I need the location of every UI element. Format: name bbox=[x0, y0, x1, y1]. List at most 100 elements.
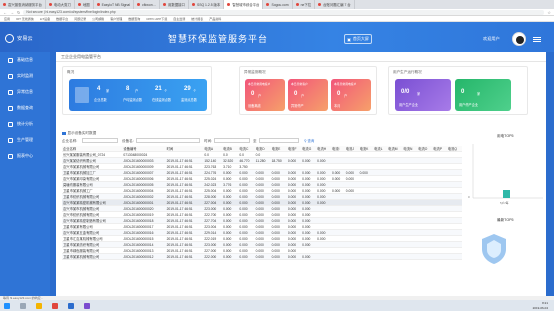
browser-tab[interactable]: SSQ 1.2.5 版本 bbox=[189, 0, 225, 9]
checkbox-icon bbox=[62, 131, 66, 136]
alert-card[interactable]: 本月异常用电客户 0 户本月 bbox=[331, 79, 371, 111]
table-cell: 0.000 bbox=[222, 253, 239, 260]
page-title: 智慧环保监管服务平台 bbox=[168, 34, 269, 44]
stat-unit: 个 bbox=[193, 89, 197, 93]
bookmark-item[interactable]: CPPC APP下载 bbox=[146, 17, 167, 21]
alert-card-sub: 异常停产 bbox=[291, 104, 304, 108]
browser-tab[interactable]: Sogou.com bbox=[263, 0, 293, 9]
production-card[interactable]: 0/0 家用户生产企业 bbox=[395, 79, 451, 111]
browser-tab[interactable]: 智慧城市综合平台 bbox=[224, 0, 264, 9]
bookmark-item[interactable]: 数据查询 bbox=[128, 17, 140, 21]
browser-tab[interactable]: 台账问题汇编 7 台 bbox=[315, 0, 355, 9]
start-icon[interactable] bbox=[4, 302, 10, 309]
right-panel: 用电TOP5 0 5户/每 最新TOP5 bbox=[465, 132, 546, 296]
back-icon[interactable]: ← bbox=[3, 10, 7, 15]
sidebar-item[interactable]: 生产管理 bbox=[0, 132, 50, 148]
table-cell: 0.000 bbox=[286, 253, 302, 260]
alert-card-unit: 户 bbox=[258, 94, 262, 98]
alert-card[interactable]: 本日异常客户 0 户异常停产 bbox=[288, 79, 328, 111]
bookmark-item[interactable]: 客户管理 bbox=[110, 17, 122, 21]
bookmark-item[interactable]: 应用 bbox=[4, 17, 10, 21]
browser-tab[interactable]: EasyIoT NB Signal bbox=[94, 0, 135, 9]
device-table: 企业名称 设备编号 时间 电流A 电流B 电流C 电流D 电流E 电流F 电流G 电流H 电流I 电流J… bbox=[62, 146, 462, 260]
bookmark-item[interactable]: 产品资料 bbox=[209, 17, 221, 21]
tab-favicon-icon bbox=[77, 3, 81, 6]
alert-card-label: 本日异常客户 bbox=[291, 82, 308, 86]
menu-icon[interactable] bbox=[533, 37, 541, 42]
main-content: 工企企业用电监管平台 概况 4 家企业总数 8 户户均监测点数 21 个在线监测点数 29 个… bbox=[56, 52, 546, 296]
realtime-checkbox[interactable]: 显示设备实时数据 bbox=[62, 131, 96, 136]
sidebar-item[interactable]: 报表中心 bbox=[0, 148, 50, 164]
chrome-icon[interactable] bbox=[52, 302, 58, 309]
brand-logo[interactable]: 安易云 bbox=[5, 34, 33, 43]
tab-favicon-icon bbox=[163, 3, 166, 6]
alert-card-sub: 本月 bbox=[334, 104, 341, 108]
url-field[interactable]: Not secure | hl.easy123.com/cd/system/fi… bbox=[23, 9, 545, 15]
production-card[interactable]: 0 家用户停产企业 bbox=[455, 79, 511, 111]
app-icon[interactable] bbox=[68, 302, 74, 309]
sidebar-item-label: 统计分析 bbox=[17, 121, 33, 126]
logo-icon bbox=[5, 34, 14, 43]
sidebar-item-label: 基础信息 bbox=[17, 57, 33, 62]
alert-card-value: 0 bbox=[337, 91, 341, 97]
bookmark-item[interactable]: 公司邮箱 bbox=[92, 17, 104, 21]
user-name[interactable]: 欢迎用户 bbox=[483, 36, 500, 42]
table-cell bbox=[344, 253, 359, 260]
tab-label: 台账问题汇编 7 台 bbox=[323, 3, 351, 7]
forward-icon[interactable]: → bbox=[10, 10, 14, 15]
sidebar-item-icon bbox=[8, 89, 13, 95]
tab-label: 用数据接口 bbox=[168, 3, 185, 7]
device-input[interactable] bbox=[136, 138, 200, 143]
end-time-input[interactable] bbox=[259, 138, 299, 143]
browser-tab[interactable]: 用数据接口 bbox=[160, 0, 189, 9]
alert-card[interactable]: 本日异常用电客户 0 户设备离线 bbox=[245, 79, 285, 111]
explorer-icon[interactable] bbox=[36, 302, 42, 309]
browser-tab[interactable]: 嘉兴普惠消纳服务平台 bbox=[0, 0, 46, 9]
sidebar-item-icon bbox=[8, 73, 13, 79]
overview-title: 概况 bbox=[67, 70, 75, 74]
table-cell: 2019-01-17 46:51 bbox=[165, 253, 204, 260]
alert-card-value: 0 bbox=[251, 91, 255, 97]
reload-icon[interactable]: ↻ bbox=[17, 10, 20, 15]
app2-icon[interactable] bbox=[84, 302, 90, 309]
star-icon[interactable]: ☆ bbox=[547, 10, 551, 15]
tab-label: 电动大剪刀 bbox=[53, 3, 71, 7]
bookmark-item[interactable]: 自主监测 bbox=[173, 17, 185, 21]
table-row[interactable]: 卫星市某某机械有限公司 JXDL201600000012 2019-01-17 46… bbox=[62, 253, 462, 260]
clock: 8:21 2019-06-04 bbox=[532, 301, 548, 310]
production-card-unit: 家 bbox=[417, 92, 421, 96]
table-cell bbox=[417, 253, 433, 260]
browser-tab[interactable]: 电动大剪刀 bbox=[46, 0, 75, 9]
bookmark-item[interactable]: IOT 无线通信 bbox=[16, 17, 34, 21]
browser-tab[interactable]: 地图 bbox=[75, 0, 94, 9]
device-label: 设备名: bbox=[122, 139, 134, 143]
tab-favicon-icon bbox=[96, 3, 100, 6]
sidebar-item[interactable]: 基础信息 bbox=[0, 52, 50, 68]
search-button[interactable]: ⚲ 查询 bbox=[304, 138, 316, 144]
browser-tab[interactable]: cfkwon… bbox=[134, 0, 160, 9]
table-cell: 0.000 bbox=[301, 253, 317, 260]
company-input[interactable] bbox=[82, 138, 118, 143]
alert-panel: 异常监测概况 本日异常用电客户 0 户设备离线 本日异常客户 0 户异常停产 本月异常用电客… bbox=[239, 66, 377, 115]
bookmark-item[interactable]: IoT设备 bbox=[40, 17, 50, 21]
sidebar-item[interactable]: 异常信息 bbox=[0, 84, 50, 100]
sidebar-item[interactable]: 实时监测 bbox=[0, 68, 50, 84]
start-time-input[interactable] bbox=[214, 138, 250, 143]
table-cell: 0.000 bbox=[238, 253, 255, 260]
sidebar-item-label: 实时监测 bbox=[17, 73, 33, 78]
search-task-icon[interactable] bbox=[20, 302, 26, 309]
avatar[interactable] bbox=[512, 32, 526, 46]
sidebar-item[interactable]: 数据查询 bbox=[0, 100, 50, 116]
stat-unit: 家 bbox=[106, 89, 110, 93]
production-panel: 用户生产运行概况 0/0 家用户生产企业 0 家用户停产企业 bbox=[388, 66, 528, 115]
big-screen-button[interactable]: ▣ 首页大屏 bbox=[344, 34, 372, 44]
bookmark-item[interactable]: 数据平台 bbox=[56, 17, 68, 21]
sidebar-item[interactable]: 统计分析 bbox=[0, 116, 50, 132]
tab-label: 嘉兴普惠消纳服务平台 bbox=[8, 3, 42, 7]
production-title: 用户生产运行概况 bbox=[393, 70, 422, 74]
bookmark-item[interactable]: 问题记录 bbox=[74, 17, 86, 21]
table-cell bbox=[330, 253, 345, 260]
bookmark-item[interactable]: 统计报表 bbox=[191, 17, 203, 21]
time-label: 时间: bbox=[204, 139, 213, 143]
browser-tab[interactable]: ne下拉 bbox=[293, 0, 316, 9]
